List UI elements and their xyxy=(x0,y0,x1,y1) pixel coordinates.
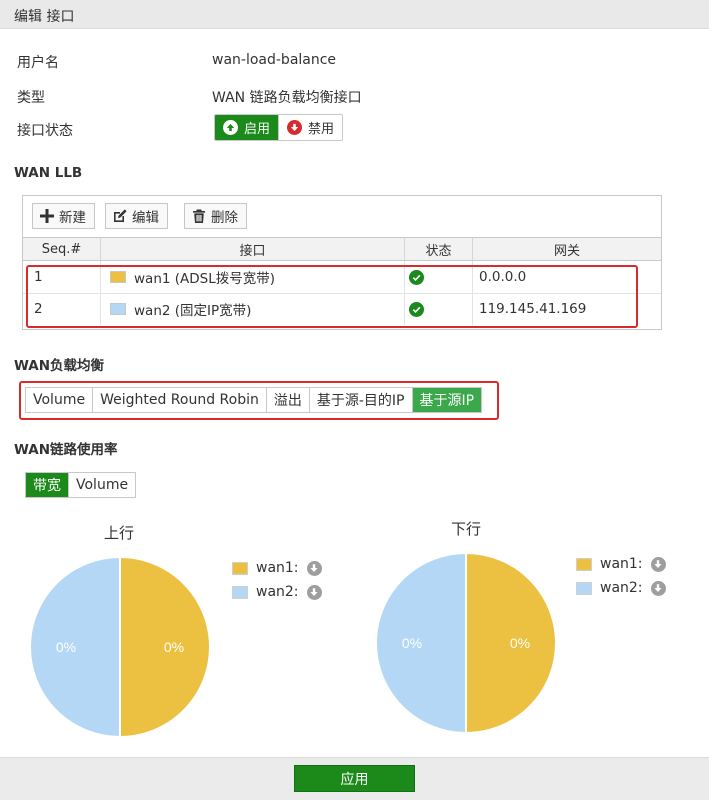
pie-slice-label: 0% xyxy=(510,635,530,651)
legend-swatch xyxy=(232,585,248,599)
row-2-interface[interactable]: wan2 (固定IP宽带) xyxy=(110,293,251,325)
pie-slice-label: 0% xyxy=(164,639,184,655)
column-header-gateway[interactable]: 网关 xyxy=(472,237,661,261)
delete-button-label: 删除 xyxy=(211,210,238,226)
type-label: 类型 xyxy=(17,90,45,106)
row-1-interface[interactable]: wan1 (ADSL拨号宽带) xyxy=(110,261,275,293)
legend-swatch xyxy=(576,581,592,595)
usage-mode-selector: 带宽 Volume xyxy=(25,472,137,498)
plus-icon xyxy=(40,209,54,223)
chart-downstream-legend: wan1: wan2: xyxy=(576,552,666,600)
chart-downstream-title: 下行 xyxy=(451,520,482,538)
legend-item-wan2[interactable]: wan2: xyxy=(232,580,322,604)
legend-swatch xyxy=(576,557,592,571)
disable-label: 禁用 xyxy=(308,122,335,137)
interface-status-toggle: 启用 禁用 xyxy=(214,114,344,141)
legend-swatch xyxy=(232,561,248,575)
legend-item-wan1[interactable]: wan1: xyxy=(576,552,666,576)
method-weighted-round-robin[interactable]: Weighted Round Robin xyxy=(92,388,266,412)
new-button[interactable]: 新建 xyxy=(32,203,95,229)
chart-downstream-pie: 0% 0% xyxy=(375,552,557,734)
legend-label: wan1: xyxy=(256,560,299,576)
pie-slice-label: 0% xyxy=(56,639,76,655)
legend-item-wan1[interactable]: wan1: xyxy=(232,556,322,580)
tab-bandwidth[interactable]: 带宽 xyxy=(26,473,68,497)
column-header-seq[interactable]: Seq.# xyxy=(23,237,100,261)
dialog-titlebar: 编辑 接口 xyxy=(0,0,709,29)
llb-toolbar: 新建 编辑 删除 xyxy=(23,196,661,237)
wan-usage-section-title: WAN链路使用率 xyxy=(14,442,118,458)
wan2-color-swatch xyxy=(110,303,126,315)
username-label: 用户名 xyxy=(17,55,59,71)
legend-label: wan2: xyxy=(256,584,299,600)
pie-slice-label: 0% xyxy=(402,635,422,651)
delete-button[interactable]: 删除 xyxy=(184,203,247,229)
trash-icon xyxy=(193,209,205,223)
wan-load-balance-section-title: WAN负载均衡 xyxy=(14,358,105,374)
legend-label: wan2: xyxy=(600,580,643,596)
wan-llb-panel: 新建 编辑 删除 Seq.# 接口 状态 网关 1 wan1 (ADSL拨号宽带… xyxy=(22,195,662,330)
row-1-status xyxy=(409,261,424,293)
arrow-up-circle-icon xyxy=(223,120,238,135)
column-header-interface[interactable]: 接口 xyxy=(100,237,404,261)
method-spillover[interactable]: 溢出 xyxy=(265,388,309,412)
row-2-status xyxy=(409,293,424,325)
row-1-interface-label: wan1 (ADSL拨号宽带) xyxy=(134,271,276,287)
chart-upstream-pie: 0% 0% xyxy=(29,556,211,738)
wan-llb-section-title: WAN LLB xyxy=(14,165,83,181)
enable-label: 启用 xyxy=(244,122,271,137)
row-1-seq: 1 xyxy=(34,269,43,285)
arrow-down-circle-icon[interactable] xyxy=(650,556,666,572)
interface-status-label: 接口状态 xyxy=(17,123,73,139)
arrow-down-circle-icon xyxy=(287,120,303,135)
apply-button[interactable]: 应用 xyxy=(294,765,415,792)
method-source-ip[interactable]: 基于源IP xyxy=(411,388,482,412)
chart-upstream-legend: wan1: wan2: xyxy=(232,556,322,604)
method-source-dest-ip[interactable]: 基于源-目的IP xyxy=(308,388,412,412)
row-2-interface-label: wan2 (固定IP宽带) xyxy=(134,303,252,319)
disable-option[interactable]: 禁用 xyxy=(278,115,343,140)
arrow-down-circle-icon[interactable] xyxy=(306,584,322,600)
column-header-status[interactable]: 状态 xyxy=(404,237,472,261)
dialog-footer: 应用 xyxy=(0,757,709,800)
new-button-label: 新建 xyxy=(59,210,86,226)
edit-icon xyxy=(114,209,127,222)
check-circle-icon xyxy=(409,269,424,285)
legend-item-wan2[interactable]: wan2: xyxy=(576,576,666,600)
dialog-title: 编辑 接口 xyxy=(14,9,75,25)
row-2-seq: 2 xyxy=(34,301,43,317)
row-2-gateway: 119.145.41.169 xyxy=(479,301,587,317)
row-1-gateway: 0.0.0.0 xyxy=(479,269,527,285)
username-value: wan-load-balance xyxy=(212,52,337,68)
edit-button-label: 编辑 xyxy=(132,210,159,226)
edit-button[interactable]: 编辑 xyxy=(105,203,168,229)
type-value: WAN 链路负载均衡接口 xyxy=(212,90,362,106)
load-balance-method-selector: Volume Weighted Round Robin 溢出 基于源-目的IP … xyxy=(25,387,483,413)
tab-volume[interactable]: Volume xyxy=(68,473,135,497)
legend-label: wan1: xyxy=(600,556,643,572)
check-circle-icon xyxy=(409,301,424,317)
chart-upstream-title: 上行 xyxy=(104,524,135,542)
arrow-down-circle-icon[interactable] xyxy=(306,560,322,576)
enable-option[interactable]: 启用 xyxy=(215,115,279,140)
wan1-color-swatch xyxy=(110,271,126,283)
arrow-down-circle-icon[interactable] xyxy=(650,580,666,596)
method-volume[interactable]: Volume xyxy=(26,388,92,412)
